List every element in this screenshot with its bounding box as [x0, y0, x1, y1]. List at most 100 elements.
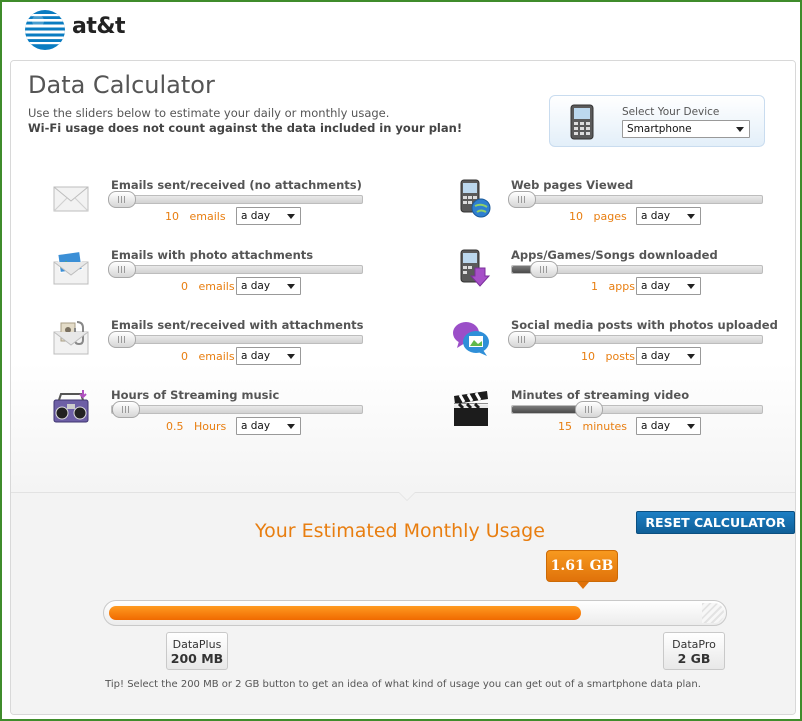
slider-value-readout: 1 apps: [591, 280, 635, 293]
slider-label: Apps/Games/Songs downloaded: [511, 248, 718, 262]
plan-size: 2 GB: [677, 651, 711, 666]
period-dropdown[interactable]: a day: [636, 417, 701, 435]
period-value: a day: [641, 350, 671, 362]
slider-label: Emails with photo attachments: [111, 248, 314, 262]
period-value: a day: [241, 280, 271, 292]
chevron-down-icon: [687, 424, 695, 429]
slider-value-readout: 10 posts: [581, 350, 635, 363]
slider-track[interactable]: [111, 401, 363, 418]
slider-row-streaming-video: Minutes of streaming video 15 minutes a …: [451, 388, 791, 448]
phone-globe-icon: [460, 179, 491, 218]
slider-row-attachment-emails: Emails sent/received with attachments 0 …: [51, 318, 391, 378]
calculator-card: Data Calculator Use the sliders below to…: [10, 60, 796, 715]
slider-track[interactable]: [108, 331, 363, 348]
slider-value: 10: [569, 210, 583, 223]
phone-download-icon: [460, 249, 491, 287]
page-title: Data Calculator: [28, 71, 215, 99]
period-value: a day: [241, 350, 271, 362]
plan-name: DataPro: [672, 638, 716, 651]
slider-unit: emails: [189, 210, 226, 223]
slider-label: Emails sent/received with attachments: [111, 318, 364, 332]
period-dropdown[interactable]: a day: [236, 207, 301, 225]
slider-unit: apps: [608, 280, 635, 293]
period-dropdown[interactable]: a day: [636, 207, 701, 225]
device-dropdown-value: Smartphone: [627, 123, 692, 135]
dataplus-plan-button[interactable]: DataPlus 200 MB: [166, 632, 228, 670]
period-dropdown[interactable]: a day: [236, 417, 301, 435]
period-dropdown[interactable]: a day: [236, 347, 301, 365]
social-chat-icon: [453, 322, 489, 356]
slider-handle[interactable]: [575, 401, 604, 418]
period-value: a day: [641, 280, 671, 292]
slider-handle[interactable]: [112, 401, 141, 418]
usage-title: Your Estimated Monthly Usage: [255, 520, 545, 542]
boombox-icon: [53, 390, 89, 423]
chevron-down-icon: [287, 424, 295, 429]
slider-label: Minutes of streaming video: [511, 388, 690, 402]
slider-value-readout: 10 emails: [165, 210, 226, 223]
slider-unit: emails: [198, 280, 235, 293]
slider-handle[interactable]: [108, 331, 136, 348]
slider-unit: pages: [593, 210, 627, 223]
chevron-down-icon: [736, 127, 744, 132]
period-value: a day: [241, 210, 271, 222]
attachment-email-icon: [53, 321, 89, 355]
chevron-down-icon: [687, 284, 695, 289]
chevron-down-icon: [287, 214, 295, 219]
period-value: a day: [641, 420, 671, 432]
usage-estimate-badge: 1.61 GB: [546, 550, 618, 582]
slider-value-readout: 10 pages: [569, 210, 627, 223]
period-dropdown[interactable]: a day: [636, 277, 701, 295]
slider-track[interactable]: [108, 191, 363, 208]
period-dropdown[interactable]: a day: [236, 277, 301, 295]
usage-tip: Tip! Select the 200 MB or 2 GB button to…: [105, 679, 701, 690]
slider-handle[interactable]: [530, 261, 559, 278]
slider-track[interactable]: [511, 401, 763, 418]
brand-name: at&t: [72, 14, 126, 39]
slider-unit: minutes: [582, 420, 628, 433]
usage-meter-fill: [109, 606, 581, 620]
slider-track[interactable]: [511, 261, 763, 278]
slider-handle[interactable]: [108, 261, 136, 278]
envelope-icon: [53, 186, 89, 212]
slider-label: Hours of Streaming music: [111, 388, 280, 402]
slider-row-streaming-music: Hours of Streaming music 0.5 Hours a day: [51, 388, 391, 448]
slider-value-readout: 0 emails: [181, 350, 235, 363]
slider-handle[interactable]: [108, 191, 136, 208]
period-value: a day: [641, 210, 671, 222]
usage-summary: Your Estimated Monthly Usage RESET CALCU…: [11, 492, 795, 714]
device-dropdown[interactable]: Smartphone: [622, 120, 750, 138]
slider-value: 0.5: [166, 420, 184, 433]
photo-email-icon: [53, 250, 89, 285]
slider-label: Emails sent/received (no attachments): [111, 178, 362, 192]
slider-value-readout: 0.5 Hours: [166, 420, 226, 433]
slider-value: 1: [591, 280, 598, 293]
slider-value: 10: [165, 210, 179, 223]
att-globe-icon: [25, 10, 65, 50]
slider-track[interactable]: [108, 261, 363, 278]
datapro-plan-button[interactable]: DataPro 2 GB: [663, 632, 725, 670]
period-value: a day: [241, 420, 271, 432]
usage-meter: [103, 600, 727, 626]
calculator-inputs: Data Calculator Use the sliders below to…: [11, 61, 795, 492]
reset-calculator-button[interactable]: RESET CALCULATOR: [636, 511, 795, 534]
slider-track[interactable]: [508, 191, 763, 208]
slider-row-web-pages: Web pages Viewed 10 pages a day: [451, 178, 791, 238]
device-selector: Select Your Device Smartphone: [549, 95, 765, 147]
slider-handle[interactable]: [508, 331, 536, 348]
slider-value: 15: [558, 420, 572, 433]
slider-handle[interactable]: [508, 191, 536, 208]
instructions: Use the sliders below to estimate your d…: [28, 106, 390, 120]
smartphone-icon: [570, 104, 594, 140]
slider-value-readout: 15 minutes: [558, 420, 627, 433]
usage-meter-cap: [702, 603, 724, 623]
chevron-down-icon: [687, 354, 695, 359]
slider-row-social-posts: Social media posts with photos uploaded …: [451, 318, 791, 378]
slider-unit: Hours: [194, 420, 227, 433]
period-dropdown[interactable]: a day: [636, 347, 701, 365]
slider-row-emails: Emails sent/received (no attachments) 10…: [51, 178, 391, 238]
slider-value-readout: 0 emails: [181, 280, 235, 293]
slider-value: 0: [181, 280, 188, 293]
slider-track[interactable]: [508, 331, 763, 348]
header: at&t: [4, 4, 800, 54]
